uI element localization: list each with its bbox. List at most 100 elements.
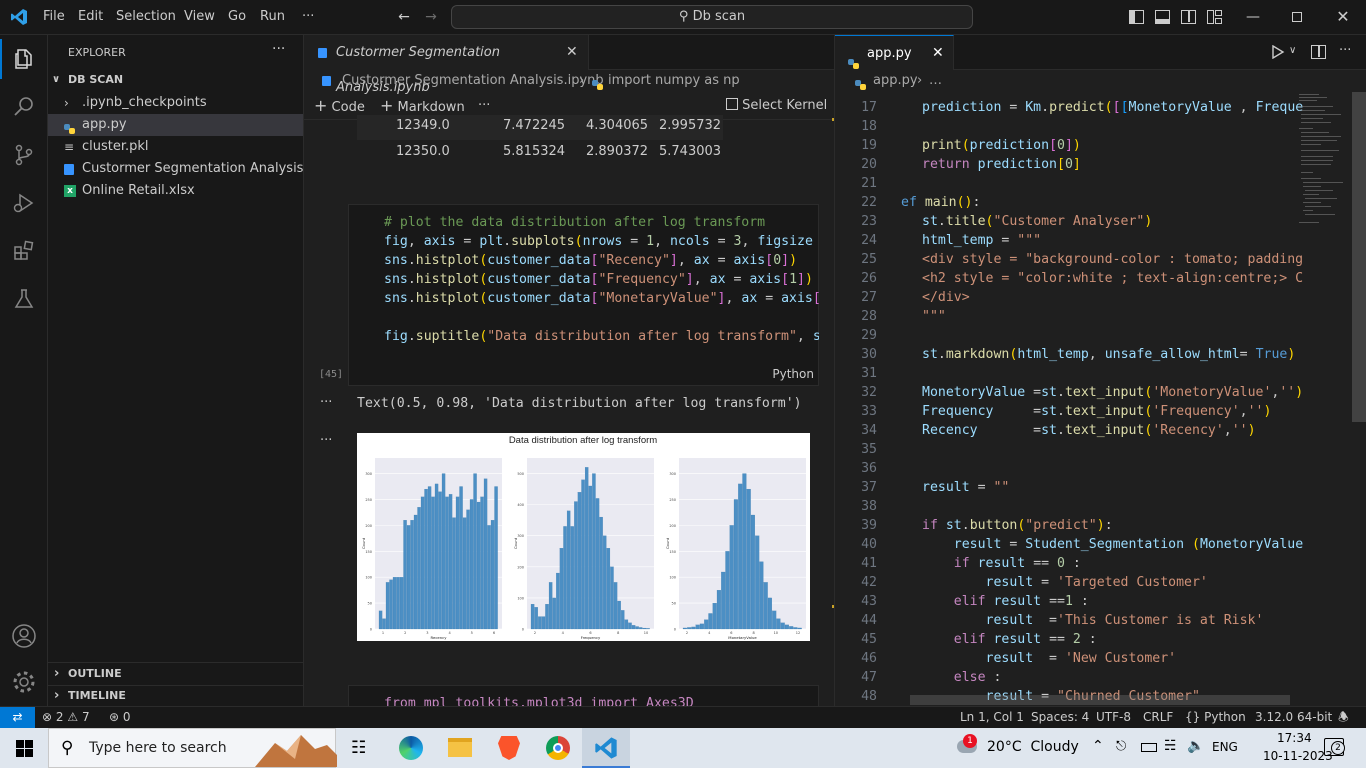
- menu-run[interactable]: Run: [260, 9, 285, 24]
- menu-edit[interactable]: Edit: [78, 9, 103, 24]
- code-cell[interactable]: # plot the data distribution after log t…: [348, 204, 819, 386]
- menu-more[interactable]: ···: [302, 9, 314, 24]
- split-editor-icon[interactable]: [1311, 45, 1326, 59]
- y-axis-label: Count: [361, 537, 366, 549]
- menu-go[interactable]: Go: [228, 9, 246, 24]
- timeline-section[interactable]: › TIMELINE: [48, 685, 303, 707]
- y-tick-label: 500: [517, 472, 524, 476]
- forward-arrow-icon[interactable]: →: [422, 8, 440, 26]
- file-explorer-icon[interactable]: [448, 738, 472, 757]
- output-more-button[interactable]: ···: [320, 395, 332, 410]
- python-interpreter[interactable]: 3.12.0 64-bit: [1255, 707, 1332, 728]
- cursor-position[interactable]: Ln 1, Col 1: [960, 707, 1024, 728]
- brave-browser-icon[interactable]: [498, 736, 520, 760]
- tree-item-online-retail[interactable]: x Online Retail.xlsx: [48, 180, 303, 202]
- line-endings[interactable]: CRLF: [1143, 707, 1173, 728]
- histogram-bar: [750, 514, 755, 630]
- meet-now-icon[interactable]: ⎋: [1116, 739, 1126, 754]
- remote-indicator[interactable]: ⇄: [0, 707, 35, 728]
- vscode-taskbar-icon[interactable]: [582, 728, 630, 768]
- run-debug-icon[interactable]: [0, 183, 48, 223]
- histogram-bar: [742, 473, 747, 630]
- tree-item-app-py[interactable]: app.py: [48, 114, 303, 136]
- code-editor: app.py ✕ ∨ ··· app.py › … 17 18 19 20 21 22 23…: [835, 35, 1366, 706]
- broadcast-icon: ⊛: [109, 710, 120, 724]
- customize-layout-icon[interactable]: [1207, 10, 1222, 24]
- toggle-panel-icon[interactable]: [1155, 10, 1170, 24]
- edge-browser-icon[interactable]: [399, 736, 423, 760]
- code-cell[interactable]: from mpl_toolkits.mplot3d import Axes3D: [348, 685, 819, 706]
- chevron-down-icon: ∨: [52, 74, 61, 85]
- horizontal-scrollbar[interactable]: [910, 695, 1290, 705]
- language-mode[interactable]: {} Python: [1185, 707, 1246, 728]
- taskbar-search-box[interactable]: ⚲ Type here to search: [48, 728, 337, 768]
- windows-start-icon[interactable]: [16, 740, 33, 757]
- activity-bar: [0, 35, 48, 706]
- battery-icon[interactable]: [1141, 743, 1157, 752]
- histogram-bar: [466, 509, 470, 630]
- cell-source[interactable]: # plot the data distribution after log t…: [349, 215, 819, 365]
- search-view-icon[interactable]: [0, 87, 48, 127]
- back-arrow-icon[interactable]: ←: [395, 8, 413, 26]
- accounts-icon[interactable]: [0, 615, 48, 655]
- histogram-bar: [455, 496, 460, 630]
- tab-notebook[interactable]: Custormer Segmentation Analysis.ipynb ✕: [304, 35, 589, 95]
- testing-flask-icon[interactable]: [0, 279, 48, 319]
- problems-indicator[interactable]: ⊗ 2 ⚠ 7: [42, 707, 90, 728]
- volume-icon[interactable]: 🔈: [1187, 738, 1204, 754]
- code-lines[interactable]: prediction = Km.predict([[MonetoryValue …: [835, 35, 1303, 706]
- output-more-button[interactable]: ···: [320, 433, 332, 448]
- histogram-bar: [438, 491, 442, 630]
- histogram-bar: [445, 496, 449, 630]
- wifi-icon[interactable]: ☵: [1164, 738, 1177, 754]
- task-view-icon[interactable]: ☷: [351, 738, 366, 758]
- manage-gear-icon[interactable]: [0, 661, 48, 701]
- histogram-bar: [581, 479, 585, 630]
- chevron-up-icon[interactable]: ⌃: [1092, 738, 1104, 754]
- command-center-search[interactable]: ⚲ Db scan: [451, 5, 973, 29]
- notifications-bell-icon[interactable]: 🕭: [1338, 707, 1349, 728]
- histogram-bar: [552, 597, 556, 630]
- histogram-bar: [631, 625, 636, 630]
- menu-file[interactable]: File: [43, 9, 65, 24]
- menu-selection[interactable]: Selection: [116, 9, 176, 24]
- histogram-bar: [780, 622, 785, 630]
- histogram-bar: [399, 577, 404, 630]
- indentation[interactable]: Spaces: 4: [1031, 707, 1089, 728]
- input-language[interactable]: ENG: [1212, 740, 1238, 754]
- clock-time[interactable]: 17:34: [1277, 731, 1312, 745]
- histogram-bar: [417, 507, 421, 630]
- menu-view[interactable]: View: [184, 9, 215, 24]
- y-tick-label: 0: [674, 628, 676, 632]
- minimap[interactable]: [1297, 92, 1352, 232]
- explorer-more-button[interactable]: ···: [272, 41, 285, 57]
- y-tick-label: 300: [517, 534, 524, 538]
- tree-item-notebook[interactable]: Custormer Segmentation Analysis.ip...: [48, 158, 303, 180]
- restore-icon[interactable]: [1292, 12, 1302, 22]
- toggle-secondary-sidebar-icon[interactable]: [1181, 10, 1196, 24]
- toggle-sidebar-icon[interactable]: [1129, 10, 1144, 24]
- weather-widget[interactable]: 1 20°C Cloudy: [955, 728, 1079, 768]
- source-control-icon[interactable]: [0, 135, 48, 175]
- extensions-icon[interactable]: [0, 231, 48, 271]
- tree-item-cluster-pkl[interactable]: ≡ cluster.pkl: [48, 136, 303, 158]
- chrome-browser-icon[interactable]: [546, 736, 570, 760]
- ports-indicator[interactable]: ⊛ 0: [109, 707, 131, 728]
- select-kernel-button[interactable]: Select Kernel: [726, 93, 827, 119]
- close-window-icon[interactable]: ✕: [1334, 8, 1352, 26]
- outline-section[interactable]: › OUTLINE: [48, 663, 303, 685]
- explorer-icon[interactable]: [0, 39, 48, 79]
- workspace-root[interactable]: ∨ DB SCAN: [48, 69, 303, 91]
- close-tab-icon[interactable]: ✕: [566, 35, 578, 70]
- histogram-bar: [403, 520, 407, 630]
- minimize-icon[interactable]: —: [1244, 8, 1262, 26]
- vertical-scrollbar[interactable]: [1352, 92, 1366, 422]
- clock-date[interactable]: 10-11-2023: [1263, 749, 1333, 763]
- encoding[interactable]: UTF-8: [1096, 707, 1131, 728]
- editor-more-button[interactable]: ···: [1339, 43, 1351, 58]
- notification-center-icon[interactable]: 2: [1324, 738, 1345, 756]
- cell-language-label[interactable]: Python: [772, 367, 814, 381]
- breadcrumb: Custormer Segmentation Analysis.ipynb › …: [304, 70, 834, 92]
- tree-item-ipynb-checkpoints[interactable]: › .ipynb_checkpoints: [48, 92, 303, 114]
- cell-source[interactable]: from mpl_toolkits.mplot3d import Axes3D: [384, 696, 694, 706]
